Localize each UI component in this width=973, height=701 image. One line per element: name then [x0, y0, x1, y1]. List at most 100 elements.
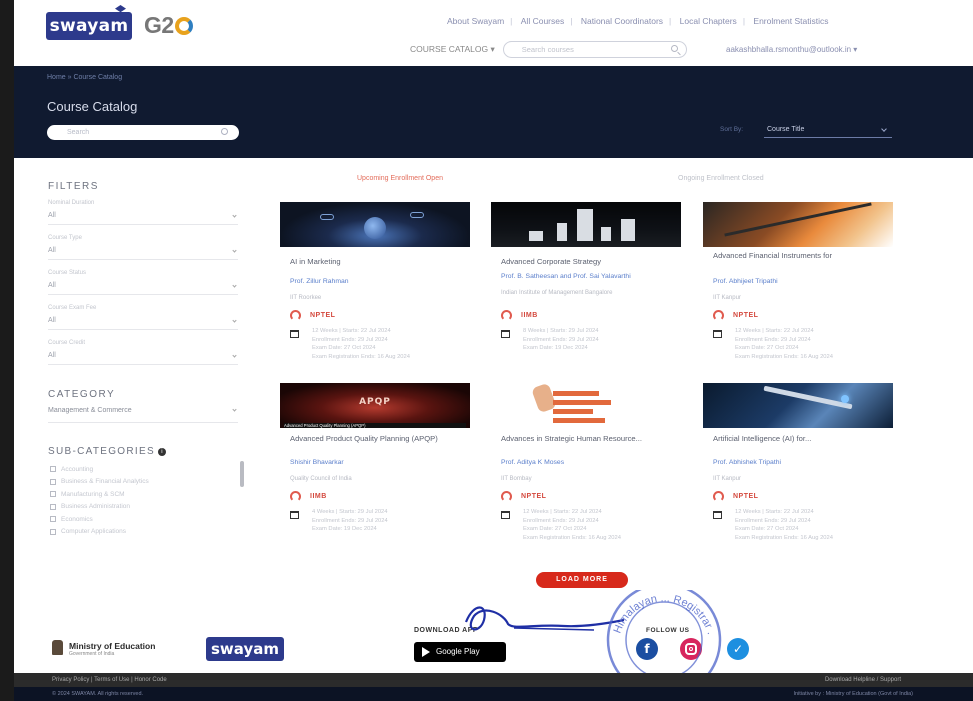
provider-icon: [501, 309, 512, 321]
course-professor[interactable]: Prof. Abhishek Tripathi: [713, 459, 885, 467]
course-title[interactable]: AI in Marketing: [290, 257, 462, 266]
swayam-logo[interactable]: swayam: [46, 5, 132, 40]
subcategory-checkbox[interactable]: Economics: [50, 513, 230, 526]
copyright-text: © 2024 SWAYAM. All rights reserved.: [52, 691, 144, 697]
category-select[interactable]: Management & Commerce: [48, 407, 238, 417]
info-icon[interactable]: i: [157, 448, 166, 456]
filter-duration[interactable]: Nominal Duration All: [48, 200, 238, 225]
calendar-icon: [290, 330, 299, 338]
chevron-down-icon: [232, 248, 237, 253]
checkbox-icon[interactable]: [50, 478, 56, 485]
course-professor[interactable]: Prof. Aditya K Moses: [501, 459, 673, 467]
footer-policy-links[interactable]: Privacy Policy | Terms of Use | Honor Co…: [52, 673, 167, 687]
google-play-button[interactable]: Google Play: [414, 642, 506, 662]
course-title[interactable]: Advances in Strategic Human Resource...: [501, 434, 673, 443]
user-menu[interactable]: aakashbhalla.rsmonthu@outlook.in ▾: [726, 45, 857, 54]
nav-all-courses[interactable]: All Courses: [521, 16, 564, 26]
sort-select[interactable]: Course Title: [764, 124, 892, 138]
nav-about[interactable]: About Swayam: [447, 16, 504, 26]
breadcrumb[interactable]: Home » Course Catalog: [47, 74, 122, 81]
footer-swayam-logo[interactable]: swayam: [206, 637, 284, 661]
calendar-icon: [290, 511, 299, 519]
course-title[interactable]: Advanced Financial Instruments for: [713, 251, 885, 260]
course-card[interactable]: Advanced Financial Instruments for Prof.…: [703, 202, 893, 377]
course-thumbnail[interactable]: [280, 202, 470, 247]
course-thumbnail[interactable]: APQP Advanced Product Quality Planning (A…: [280, 383, 470, 428]
course-card[interactable]: Advanced Corporate Strategy Prof. B. Sat…: [491, 202, 681, 377]
course-card[interactable]: APQP Advanced Product Quality Planning (A…: [280, 383, 470, 558]
filter-exam-fee[interactable]: Course Exam Fee All: [48, 305, 238, 330]
checkbox-icon[interactable]: [50, 516, 56, 523]
course-professor[interactable]: Prof. Zillur Rahman: [290, 278, 462, 286]
filters-heading: FILTERS: [48, 181, 99, 192]
course-card[interactable]: Artificial Intelligence (AI) for... Prof…: [703, 383, 893, 558]
course-thumbnail[interactable]: [491, 383, 681, 428]
provider-icon: [713, 309, 724, 321]
subcategory-checkbox[interactable]: Business & Financial Analytics: [50, 476, 230, 489]
course-title[interactable]: Advanced Corporate Strategy: [501, 257, 673, 266]
provider-badge: NPTEL: [713, 309, 758, 321]
registrar-stamp: Himalayan ... Registrar ...: [596, 590, 722, 678]
provider-badge: NPTEL: [290, 309, 335, 321]
search-icon[interactable]: [221, 128, 228, 135]
provider-badge: IIMB: [290, 490, 327, 502]
filter-course-status[interactable]: Course Status All: [48, 270, 238, 295]
course-thumbnail[interactable]: [491, 202, 681, 247]
subcategory-scrollbar[interactable]: [240, 461, 244, 487]
course-dates: 12 Weeks | Starts: 22 Jul 2024 Enrollment…: [735, 509, 833, 541]
course-professor[interactable]: Prof. Abhijeet Tripathi: [713, 278, 885, 286]
subcategory-checkbox[interactable]: Computer Applications: [50, 526, 230, 539]
chevron-down-icon: [881, 126, 887, 132]
course-title[interactable]: Advanced Product Quality Planning (APQP): [290, 434, 462, 443]
calendar-icon: [501, 330, 510, 338]
sort-label: Sort By:: [720, 126, 744, 133]
ministry-name[interactable]: Ministry of Education: [69, 641, 155, 651]
filter-credit[interactable]: Course Credit All: [48, 340, 238, 365]
course-catalog-dropdown[interactable]: COURSE CATALOG ▾: [410, 44, 495, 55]
chevron-down-icon: [232, 213, 237, 218]
tab-upcoming[interactable]: Upcoming Enrollment Open: [357, 175, 443, 182]
checkbox-icon[interactable]: [50, 466, 56, 473]
checkbox-icon[interactable]: [50, 503, 56, 510]
subcategory-checkbox[interactable]: Business Administration: [50, 501, 230, 514]
course-professor[interactable]: Prof. B. Satheesan and Prof. Sai Yalavar…: [501, 273, 673, 281]
nav-enrolment-stats[interactable]: Enrolment Statistics: [753, 16, 828, 26]
footer-support-link[interactable]: Download Helpline / Support: [825, 673, 901, 687]
filter-course-type[interactable]: Course Type All: [48, 235, 238, 260]
course-professor[interactable]: Shishir Bhavarkar: [290, 459, 462, 467]
top-nav: About Swayam | All Courses | National Coor…: [447, 16, 829, 26]
course-thumbnail[interactable]: [703, 383, 893, 428]
course-card[interactable]: Advances in Strategic Human Resource... …: [491, 383, 681, 558]
footer-copyright-bar: © 2024 SWAYAM. All rights reserved. Init…: [14, 687, 973, 701]
checkbox-icon[interactable]: [50, 491, 56, 498]
initiative-text: Initiative by : Ministry of Education (G…: [793, 691, 913, 697]
divider: [48, 422, 238, 423]
nav-local-chapters[interactable]: Local Chapters: [680, 16, 737, 26]
course-thumbnail[interactable]: [703, 202, 893, 247]
provider-icon: [290, 490, 301, 502]
checkbox-icon[interactable]: [50, 528, 56, 535]
ministry-subtitle: Government of India: [69, 651, 115, 657]
calendar-icon: [713, 511, 722, 519]
nav-coordinators[interactable]: National Coordinators: [581, 16, 663, 26]
subcategory-checkbox[interactable]: Accounting: [50, 463, 230, 476]
subcategory-checkbox[interactable]: Manufacturing & SCM: [50, 488, 230, 501]
course-card[interactable]: AI in Marketing Prof. Zillur Rahman IIT …: [280, 202, 470, 377]
tab-ongoing[interactable]: Ongoing Enrollment Closed: [678, 175, 764, 182]
search-icon[interactable]: [670, 44, 678, 52]
page: swayam G2 About Swayam | All Courses | Nat…: [14, 0, 973, 701]
course-institute: IIT Kanpur: [713, 476, 741, 482]
play-store-icon: [422, 647, 430, 657]
catalog-search-input[interactable]: Search: [47, 125, 239, 140]
chevron-down-icon: [232, 318, 237, 323]
provider-icon: [713, 490, 724, 502]
calendar-icon: [713, 330, 722, 338]
header-search-input[interactable]: Search courses: [502, 40, 687, 58]
national-emblem-icon: [52, 640, 63, 655]
course-dates: 12 Weeks | Starts: 22 Jul 2024 Enrollment…: [523, 509, 621, 541]
subcategories-heading: SUB-CATEGORIES i: [48, 446, 166, 457]
scan-edge: [0, 0, 14, 701]
load-more-button[interactable]: LOAD MORE: [536, 572, 628, 588]
g2c-logo: G2: [144, 12, 193, 39]
course-title[interactable]: Artificial Intelligence (AI) for...: [713, 434, 885, 443]
